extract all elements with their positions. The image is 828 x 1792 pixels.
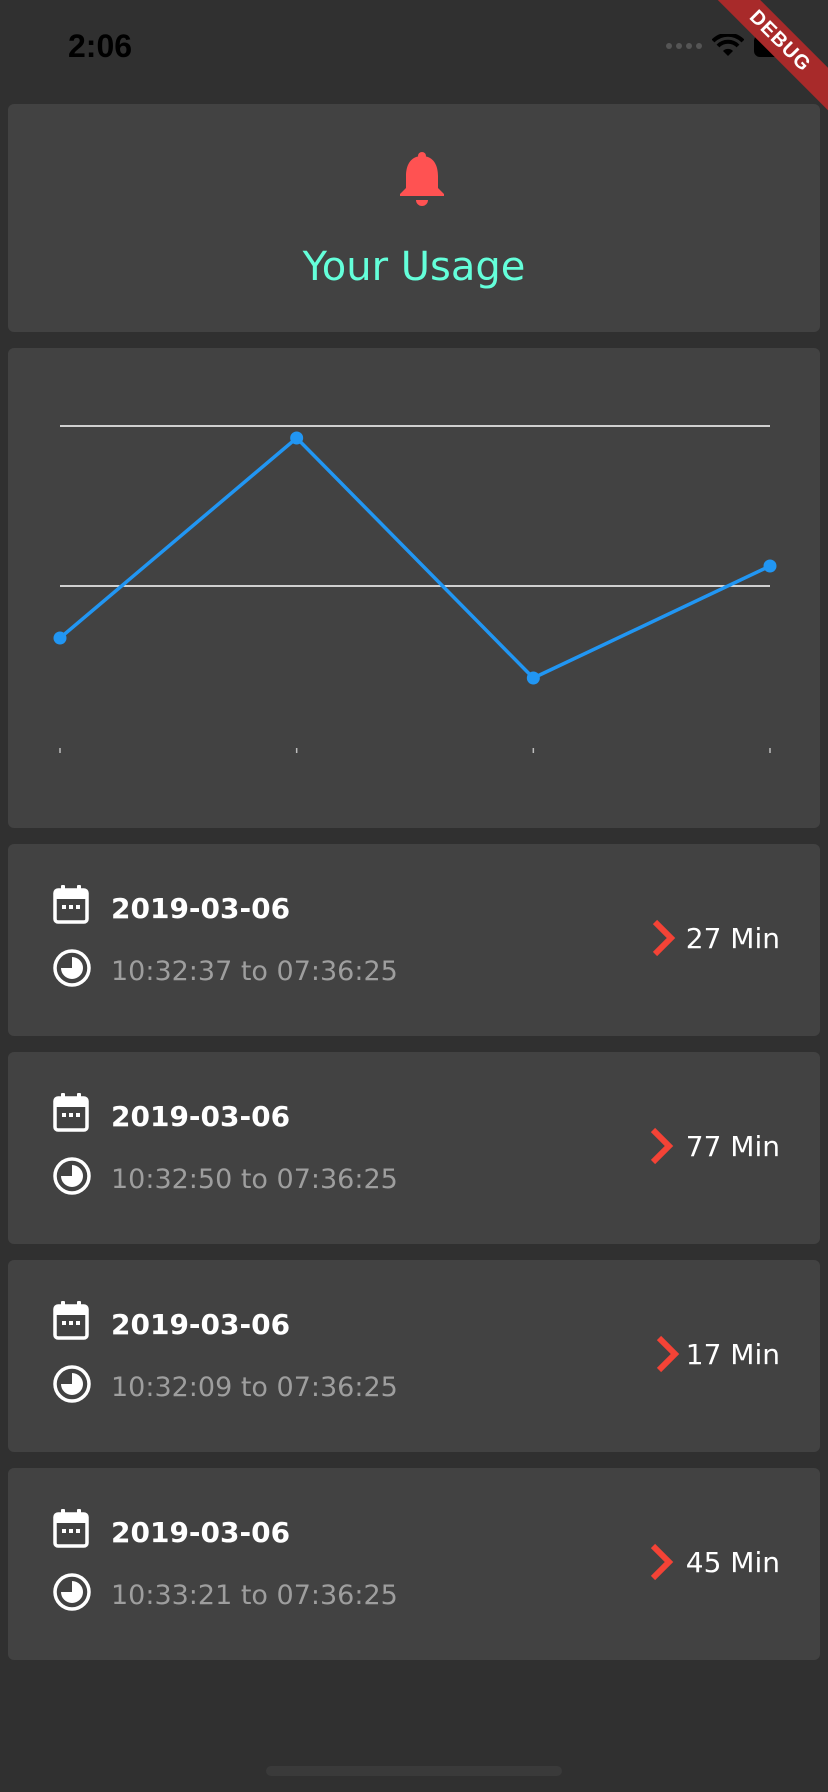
clock-icon xyxy=(53,949,91,987)
chart-data-point xyxy=(763,559,777,573)
signal-icon xyxy=(666,43,702,49)
session-date: 2019-03-06 xyxy=(111,1308,291,1341)
wifi-icon xyxy=(712,34,744,56)
session-time-range: 10:32:37 to 07:36:25 xyxy=(111,956,398,987)
status-bar: 2:06 xyxy=(0,0,828,100)
chevron-right-icon xyxy=(656,1335,680,1373)
chevron-right-icon xyxy=(652,919,676,957)
calendar-icon xyxy=(53,885,89,924)
status-time: 2:06 xyxy=(68,28,133,64)
chart-data-point xyxy=(53,631,67,645)
usage-line-chart xyxy=(53,425,777,753)
session-duration: 27 Min xyxy=(685,922,780,955)
calendar-icon xyxy=(53,1301,89,1340)
session-duration: 17 Min xyxy=(685,1338,780,1371)
session-date: 2019-03-06 xyxy=(111,1516,291,1549)
session-time-range: 10:32:50 to 07:36:25 xyxy=(111,1164,398,1195)
chart-card xyxy=(8,348,820,828)
session-card[interactable]: 2019-03-06 10:32:37 to 07:36:25 27 Min xyxy=(8,844,820,1036)
clock-icon xyxy=(53,1573,91,1611)
session-card[interactable]: 2019-03-06 10:32:09 to 07:36:25 17 Min xyxy=(8,1260,820,1452)
session-duration: 77 Min xyxy=(685,1130,780,1163)
session-date: 2019-03-06 xyxy=(111,1100,291,1133)
page-title: Your Usage xyxy=(302,244,526,290)
chart-data-point xyxy=(290,431,304,445)
chevron-right-icon xyxy=(650,1127,674,1165)
chevron-right-icon xyxy=(650,1543,674,1581)
session-date: 2019-03-06 xyxy=(111,892,291,925)
clock-icon xyxy=(53,1365,91,1403)
calendar-icon xyxy=(53,1093,89,1132)
clock-icon xyxy=(53,1157,91,1195)
chart-series-line xyxy=(58,435,771,681)
chart-data-point xyxy=(526,671,540,685)
session-card[interactable]: 2019-03-06 10:33:21 to 07:36:25 45 Min xyxy=(8,1468,820,1660)
bell-icon xyxy=(400,152,444,206)
session-time-range: 10:32:09 to 07:36:25 xyxy=(111,1372,398,1403)
session-card[interactable]: 2019-03-06 10:32:50 to 07:36:25 77 Min xyxy=(8,1052,820,1244)
session-duration: 45 Min xyxy=(685,1546,780,1579)
session-time-range: 10:33:21 to 07:36:25 xyxy=(111,1580,398,1611)
calendar-icon xyxy=(53,1509,89,1548)
home-indicator xyxy=(266,1766,562,1776)
header-card: Your Usage xyxy=(8,104,820,332)
